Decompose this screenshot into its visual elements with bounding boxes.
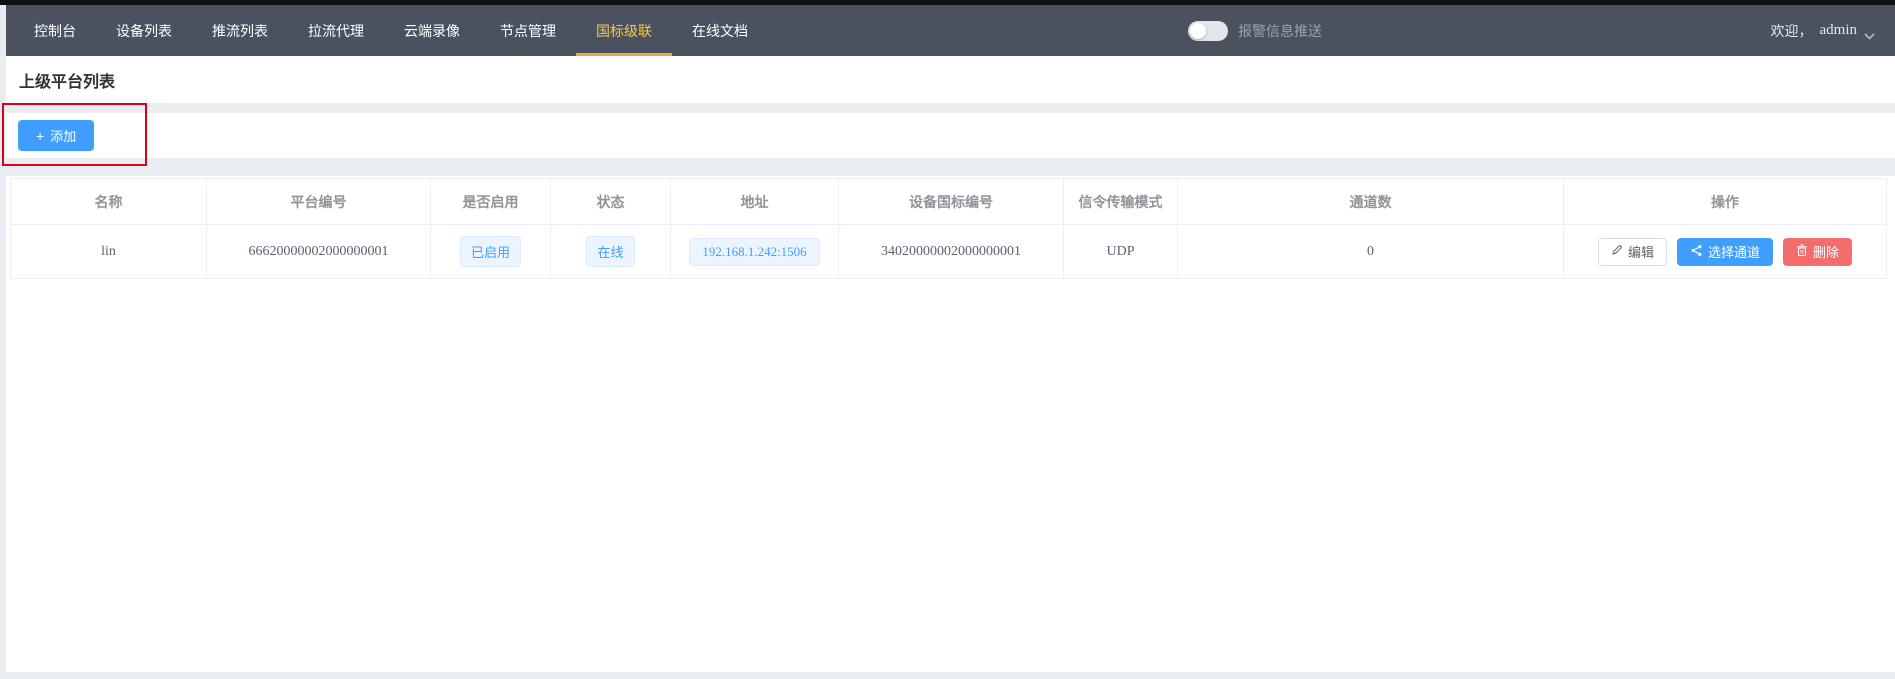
share-icon <box>1690 244 1703 260</box>
chevron-down-icon <box>1864 27 1875 34</box>
welcome-text: 欢迎， <box>1771 21 1813 41</box>
add-button[interactable]: + 添加 <box>18 120 94 151</box>
nav-item-console[interactable]: 控制台 <box>14 5 96 56</box>
col-header-operations: 操作 <box>1564 179 1887 225</box>
platform-table: 名称 平台编号 是否启用 状态 地址 设备国标编号 信令传输模式 通道数 操作 … <box>10 178 1887 279</box>
col-header-status: 状态 <box>551 179 671 225</box>
username-text: admin <box>1820 22 1858 39</box>
divider-gap <box>6 158 1895 176</box>
delete-button-label: 删除 <box>1813 242 1839 261</box>
trash-icon <box>1796 244 1808 260</box>
nav-item-device-list[interactable]: 设备列表 <box>96 5 192 56</box>
cell-address: 192.168.1.242:1506 <box>671 225 839 279</box>
top-navbar: 控制台 设备列表 推流列表 拉流代理 云端录像 节点管理 国标级联 在线文档 报… <box>6 5 1895 56</box>
cell-operations: 编辑 选择通道 <box>1564 225 1887 279</box>
col-header-platform-id: 平台编号 <box>207 179 431 225</box>
page-title: 上级平台列表 <box>19 68 115 92</box>
select-channel-label: 选择通道 <box>1708 242 1760 261</box>
nav-item-node-manage[interactable]: 节点管理 <box>480 5 576 56</box>
toolbar: + 添加 <box>6 113 1895 158</box>
cell-enabled: 已启用 <box>431 225 551 279</box>
nav-item-cloud-record[interactable]: 云端录像 <box>384 5 480 56</box>
select-channel-button[interactable]: 选择通道 <box>1677 238 1773 266</box>
cell-gb-device-id: 34020000002000000001 <box>839 225 1064 279</box>
row-actions: 编辑 选择通道 <box>1564 238 1886 266</box>
title-bar: 上级平台列表 <box>6 56 1895 103</box>
col-header-channel-count: 通道数 <box>1178 179 1564 225</box>
alarm-push-label: 报警信息推送 <box>1238 21 1322 41</box>
table-card: 名称 平台编号 是否启用 状态 地址 设备国标编号 信令传输模式 通道数 操作 … <box>6 176 1895 672</box>
address-chip: 192.168.1.242:1506 <box>689 238 819 266</box>
user-menu[interactable]: 欢迎， admin <box>1771 5 1876 56</box>
enabled-badge: 已启用 <box>460 236 521 267</box>
nav-item-gb-cascade[interactable]: 国标级联 <box>576 5 672 56</box>
nav-item-pull-proxy[interactable]: 拉流代理 <box>288 5 384 56</box>
nav-item-push-list[interactable]: 推流列表 <box>192 5 288 56</box>
edit-button[interactable]: 编辑 <box>1598 238 1667 266</box>
table-row: lin 66620000002000000001 已启用 在线 192.168.… <box>11 225 1887 279</box>
nav-item-online-docs[interactable]: 在线文档 <box>672 5 768 56</box>
add-button-label: 添加 <box>50 126 76 145</box>
col-header-gb-device-id: 设备国标编号 <box>839 179 1064 225</box>
cell-signal-mode: UDP <box>1064 225 1178 279</box>
plus-icon: + <box>36 129 44 143</box>
col-header-signal-mode: 信令传输模式 <box>1064 179 1178 225</box>
col-header-enabled: 是否启用 <box>431 179 551 225</box>
pencil-icon <box>1611 244 1623 259</box>
alarm-push-toggle[interactable] <box>1188 21 1228 41</box>
toggle-knob-icon <box>1190 23 1206 39</box>
cell-platform-id: 66620000002000000001 <box>207 225 431 279</box>
cell-status: 在线 <box>551 225 671 279</box>
col-header-name: 名称 <box>11 179 207 225</box>
table-header-row: 名称 平台编号 是否启用 状态 地址 设备国标编号 信令传输模式 通道数 操作 <box>11 179 1887 225</box>
delete-button[interactable]: 删除 <box>1783 238 1852 266</box>
divider-gap <box>6 103 1895 113</box>
cell-name: lin <box>11 225 207 279</box>
alarm-push-group: 报警信息推送 <box>1188 5 1322 56</box>
status-badge: 在线 <box>586 236 634 267</box>
edit-button-label: 编辑 <box>1628 242 1654 261</box>
cell-channel-count: 0 <box>1178 225 1564 279</box>
col-header-address: 地址 <box>671 179 839 225</box>
app-root: 控制台 设备列表 推流列表 拉流代理 云端录像 节点管理 国标级联 在线文档 报… <box>6 5 1895 672</box>
